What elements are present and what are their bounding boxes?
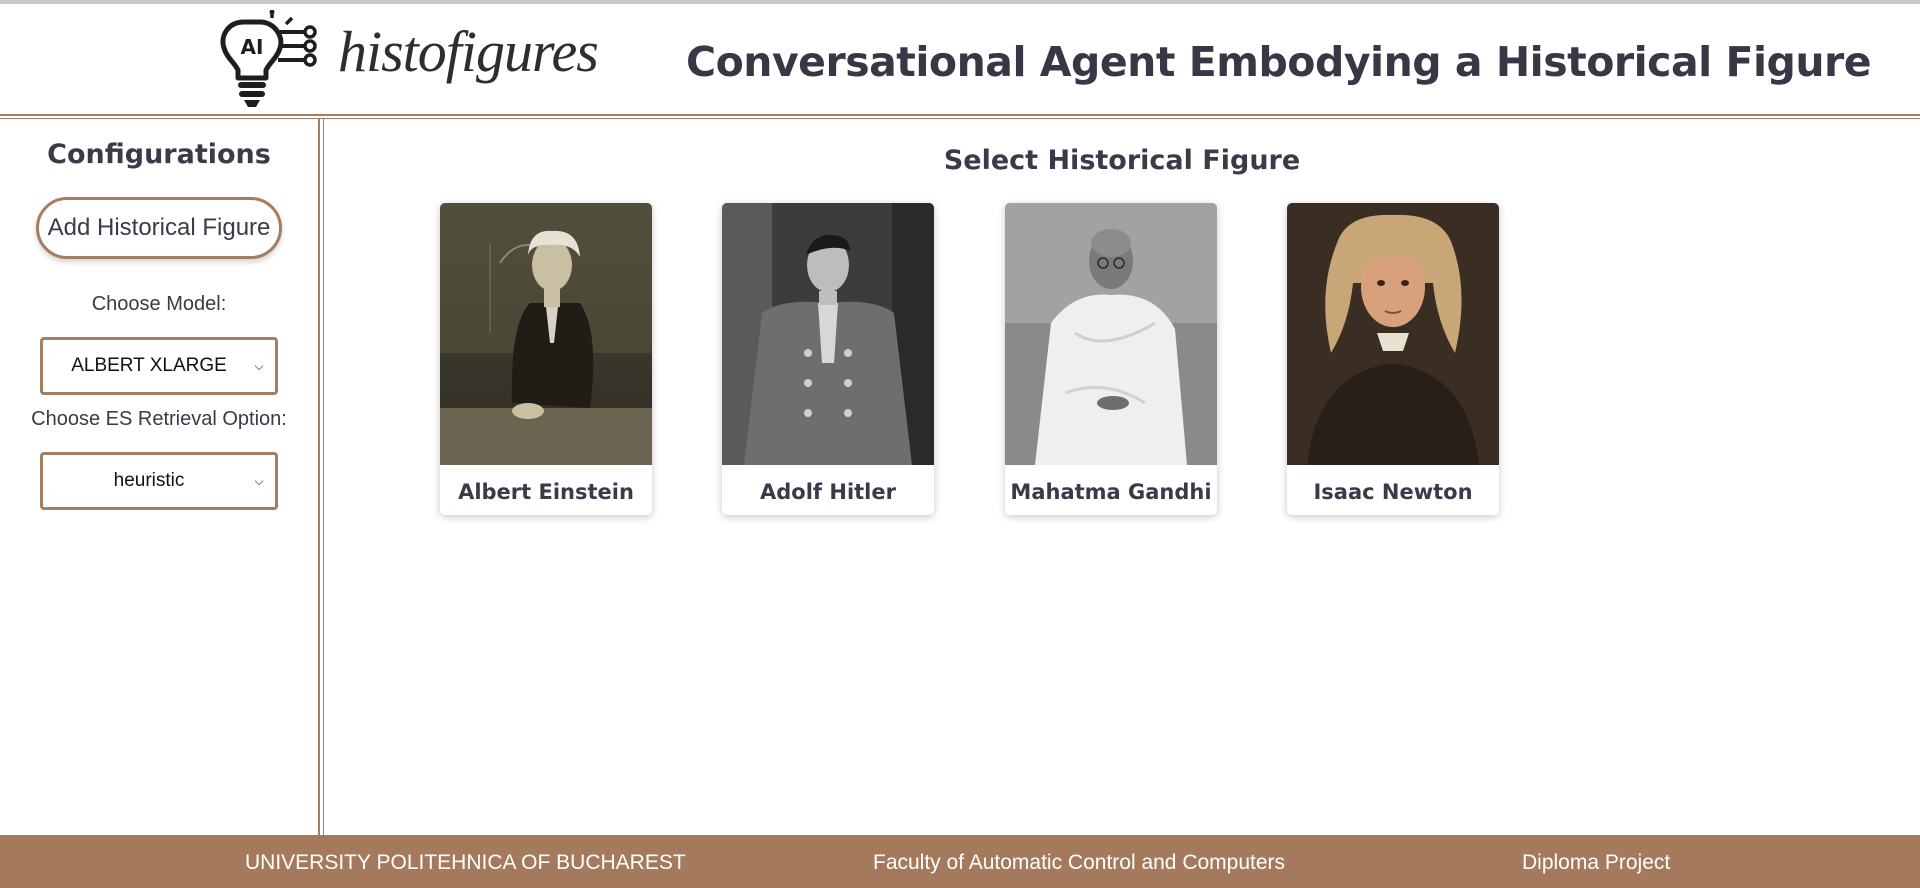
sidebar-divider [318,119,320,835]
site-header: AI histofigures Conversational Agent Emb… [0,4,1920,114]
model-select-value: ALBERT XLARGE [71,355,227,376]
section-title: Select Historical Figure [943,145,1301,176]
ai-lightbulb-icon: AI [220,10,317,107]
chevron-down-icon: ⌵ [254,473,264,488]
header-divider [0,114,1920,116]
app-logo[interactable]: AI histofigures [214,10,599,114]
page-title: Conversational Agent Embodying a Histori… [686,38,1872,86]
sidebar-title: Configurations [47,139,271,170]
figure-name: Adolf Hitler [760,480,896,504]
figure-name: Albert Einstein [458,480,634,504]
retrieval-select-value: heuristic [113,470,185,491]
figure-card-hitler[interactable]: Adolf Hitler [722,203,934,515]
retrieval-label: Choose ES Retrieval Option: [31,408,287,430]
chevron-down-icon: ⌵ [254,358,264,373]
model-label: Choose Model: [91,293,227,315]
newton-portrait [1287,203,1499,465]
logo-wordmark: histofigures [338,19,599,84]
hitler-portrait [722,203,934,465]
footer-project: Diploma Project [1522,851,1671,874]
figure-name: Isaac Newton [1313,480,1473,504]
footer-faculty: Faculty of Automatic Control and Compute… [873,851,1286,874]
config-sidebar: Configurations Add Historical Figure Cho… [0,119,318,835]
logo-badge-text: AI [241,35,264,59]
figure-card-newton[interactable]: Isaac Newton [1287,203,1499,515]
einstein-portrait [440,203,652,465]
add-historical-figure-button[interactable]: Add Historical Figure [36,197,282,259]
gandhi-portrait [1005,203,1217,465]
retrieval-select[interactable]: heuristic ⌵ [40,452,278,510]
footer-university: UNIVERSITY POLITEHNICA OF BUCHAREST [245,851,686,874]
site-footer: UNIVERSITY POLITEHNICA OF BUCHAREST Facu… [0,835,1920,888]
figure-name: Mahatma Gandhi [1010,480,1212,504]
model-select[interactable]: ALBERT XLARGE ⌵ [40,337,278,395]
figure-card-gandhi[interactable]: Mahatma Gandhi [1005,203,1217,515]
main-content: Select Historical Figure Albert Einstein [324,119,1920,835]
figure-card-einstein[interactable]: Albert Einstein [440,203,652,515]
